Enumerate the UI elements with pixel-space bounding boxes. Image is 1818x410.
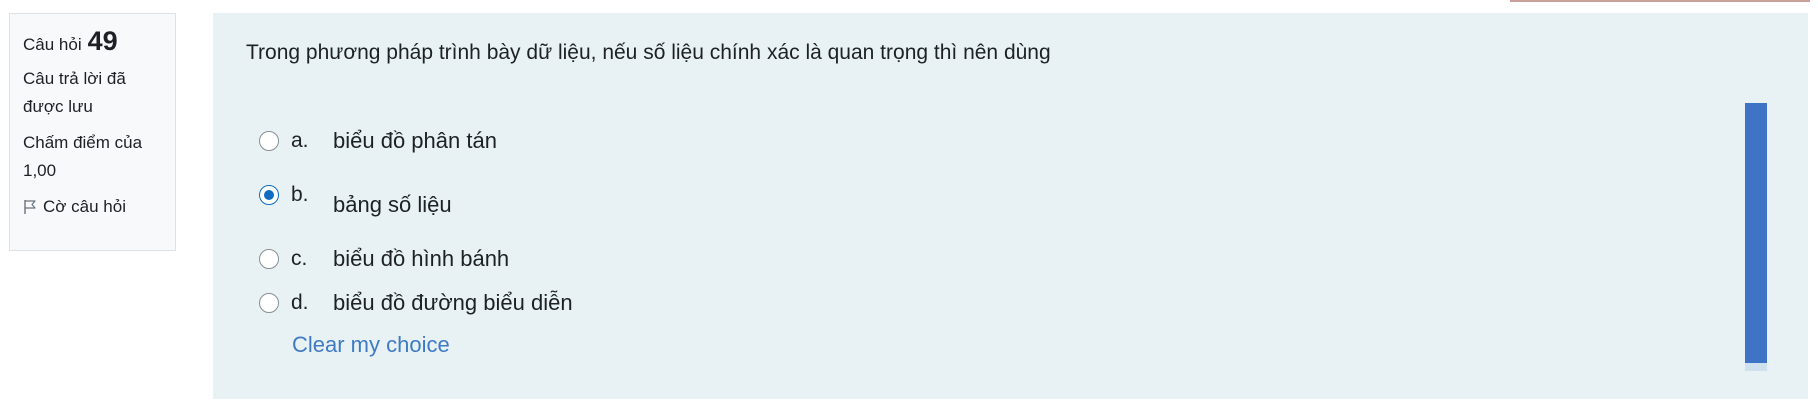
question-text: Trong phương pháp trình bày dữ liệu, nếu… [246, 41, 1051, 64]
option-d[interactable]: d. biểu đồ đường biểu diễn [259, 289, 573, 317]
question-number: Câu hỏi 49 [23, 26, 163, 59]
option-c-letter: c. [291, 247, 308, 270]
option-a-text: biểu đồ phân tán [333, 128, 497, 153]
answer-state: Câu trả lời đã được lưu [23, 69, 126, 116]
option-a-radio[interactable] [259, 131, 279, 151]
question-number-value: 49 [87, 26, 118, 56]
option-b[interactable]: b. bảng số liệu [259, 181, 452, 219]
flag-icon [23, 199, 37, 215]
grade-info: Chấm điểm của 1,00 [23, 133, 143, 180]
option-b-text: bảng số liệu [333, 192, 452, 217]
top-accent-bar [1510, 0, 1810, 2]
scrollbar[interactable] [1745, 103, 1767, 371]
question-content: Trong phương pháp trình bày dữ liệu, nếu… [213, 13, 1808, 399]
option-c-radio[interactable] [259, 249, 279, 269]
flag-label: Cờ câu hỏi [43, 197, 126, 216]
option-b-radio[interactable] [259, 185, 279, 205]
question-number-label: Câu hỏi [23, 35, 82, 54]
option-d-letter: d. [291, 291, 309, 314]
quiz-page: Câu hỏi 49 Câu trả lời đã được lưu Chấm … [0, 0, 1818, 410]
option-d-text: biểu đồ đường biểu diễn [333, 290, 573, 315]
option-a-letter: a. [291, 129, 309, 152]
clear-choice-link[interactable]: Clear my choice [292, 332, 450, 358]
scrollbar-thumb[interactable] [1745, 103, 1767, 363]
option-c[interactable]: c. biểu đồ hình bánh [259, 245, 509, 273]
option-a[interactable]: a. biểu đồ phân tán [259, 127, 497, 155]
option-d-radio[interactable] [259, 293, 279, 313]
question-info-panel: Câu hỏi 49 Câu trả lời đã được lưu Chấm … [9, 13, 176, 251]
option-b-letter: b. [291, 183, 309, 206]
flag-question-link[interactable]: Cờ câu hỏi [23, 193, 163, 221]
option-c-text: biểu đồ hình bánh [333, 246, 510, 271]
